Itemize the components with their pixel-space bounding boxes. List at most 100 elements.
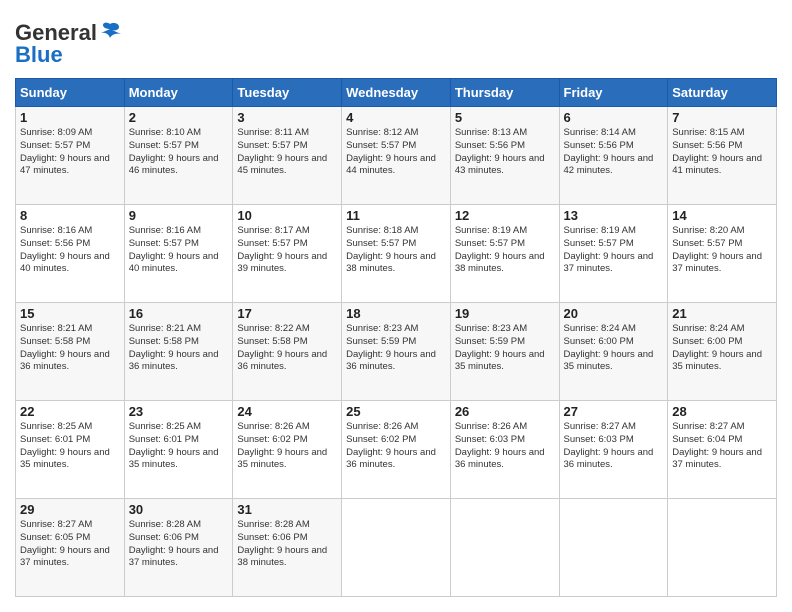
day-cell: 3 Sunrise: 8:11 AMSunset: 5:57 PMDaylight… [233,107,342,205]
day-cell: 2Sunrise: 8:10 AMSunset: 5:57 PMDaylight… [124,107,233,205]
day-info: Sunrise: 8:26 AMSunset: 6:03 PMDaylight:… [455,421,545,470]
day-number: 25 [346,404,446,419]
day-cell: 17 Sunrise: 8:22 AMSunset: 5:58 PMDayligh… [233,303,342,401]
day-cell: 18 Sunrise: 8:23 AMSunset: 5:59 PMDayligh… [342,303,451,401]
day-info: Sunrise: 8:23 AMSunset: 5:59 PMDaylight:… [455,323,545,372]
day-number: 30 [129,502,229,517]
day-number: 31 [237,502,337,517]
header-sunday: Sunday [16,79,125,107]
day-info: Sunrise: 8:23 AMSunset: 5:59 PMDaylight:… [346,323,436,372]
day-cell: 23 Sunrise: 8:25 AMSunset: 6:01 PMDayligh… [124,401,233,499]
day-cell: 15 Sunrise: 8:21 AMSunset: 5:58 PMDayligh… [16,303,125,401]
day-info: Sunrise: 8:14 AMSunset: 5:56 PMDaylight:… [564,127,654,176]
header-tuesday: Tuesday [233,79,342,107]
day-number: 14 [672,208,772,223]
day-cell: 26 Sunrise: 8:26 AMSunset: 6:03 PMDayligh… [450,401,559,499]
day-cell: 25 Sunrise: 8:26 AMSunset: 6:02 PMDayligh… [342,401,451,499]
day-info: Sunrise: 8:16 AMSunset: 5:56 PMDaylight:… [20,225,110,274]
week-row-2: 8 Sunrise: 8:16 AMSunset: 5:56 PMDaylight… [16,205,777,303]
day-number: 24 [237,404,337,419]
day-cell: 30 Sunrise: 8:28 AMSunset: 6:06 PMDayligh… [124,499,233,597]
day-number: 1 [20,110,120,125]
day-number: 28 [672,404,772,419]
day-number: 26 [455,404,555,419]
day-number: 6 [564,110,664,125]
header-wednesday: Wednesday [342,79,451,107]
day-cell: 4Sunrise: 8:12 AMSunset: 5:57 PMDaylight… [342,107,451,205]
day-number: 20 [564,306,664,321]
day-cell: 22 Sunrise: 8:25 AMSunset: 6:01 PMDayligh… [16,401,125,499]
day-number: 11 [346,208,446,223]
day-number: 3 [237,110,337,125]
day-cell: 20 Sunrise: 8:24 AMSunset: 6:00 PMDayligh… [559,303,668,401]
logo-bird-icon [99,20,121,42]
week-row-5: 29 Sunrise: 8:27 AMSunset: 6:05 PMDayligh… [16,499,777,597]
day-info: Sunrise: 8:27 AMSunset: 6:05 PMDaylight:… [20,519,110,568]
day-cell: 12Sunrise: 8:19 AMSunset: 5:57 PMDayligh… [450,205,559,303]
day-info: Sunrise: 8:21 AMSunset: 5:58 PMDaylight:… [129,323,219,372]
day-number: 9 [129,208,229,223]
day-cell: 16 Sunrise: 8:21 AMSunset: 5:58 PMDayligh… [124,303,233,401]
header-monday: Monday [124,79,233,107]
day-info: Sunrise: 8:12 AMSunset: 5:57 PMDaylight:… [346,127,436,176]
day-info: Sunrise: 8:26 AMSunset: 6:02 PMDaylight:… [237,421,327,470]
day-number: 19 [455,306,555,321]
day-cell: 6 Sunrise: 8:14 AMSunset: 5:56 PMDaylight… [559,107,668,205]
day-info: Sunrise: 8:27 AMSunset: 6:03 PMDaylight:… [564,421,654,470]
page: General Blue Sunday Monday Tuesday Wedne… [0,0,792,612]
day-info: Sunrise: 8:18 AMSunset: 5:57 PMDaylight:… [346,225,436,274]
day-number: 29 [20,502,120,517]
day-info: Sunrise: 8:16 AMSunset: 5:57 PMDaylight:… [129,225,219,274]
logo: General Blue [15,20,121,68]
weekday-header-row: Sunday Monday Tuesday Wednesday Thursday… [16,79,777,107]
day-info: Sunrise: 8:25 AMSunset: 6:01 PMDaylight:… [20,421,110,470]
day-cell: 11 Sunrise: 8:18 AMSunset: 5:57 PMDayligh… [342,205,451,303]
day-number: 27 [564,404,664,419]
day-cell: 31Sunrise: 8:28 AMSunset: 6:06 PMDayligh… [233,499,342,597]
day-cell: 29 Sunrise: 8:27 AMSunset: 6:05 PMDayligh… [16,499,125,597]
day-info: Sunrise: 8:21 AMSunset: 5:58 PMDaylight:… [20,323,110,372]
day-info: Sunrise: 8:24 AMSunset: 6:00 PMDaylight:… [672,323,762,372]
day-info: Sunrise: 8:20 AMSunset: 5:57 PMDaylight:… [672,225,762,274]
day-number: 16 [129,306,229,321]
header-thursday: Thursday [450,79,559,107]
day-number: 10 [237,208,337,223]
header-friday: Friday [559,79,668,107]
day-info: Sunrise: 8:22 AMSunset: 5:58 PMDaylight:… [237,323,327,372]
day-number: 15 [20,306,120,321]
day-cell [450,499,559,597]
day-cell [559,499,668,597]
day-info: Sunrise: 8:26 AMSunset: 6:02 PMDaylight:… [346,421,436,470]
day-number: 17 [237,306,337,321]
day-cell: 21 Sunrise: 8:24 AMSunset: 6:00 PMDayligh… [668,303,777,401]
day-number: 18 [346,306,446,321]
day-cell: 14 Sunrise: 8:20 AMSunset: 5:57 PMDayligh… [668,205,777,303]
day-cell [668,499,777,597]
day-info: Sunrise: 8:13 AMSunset: 5:56 PMDaylight:… [455,127,545,176]
day-number: 23 [129,404,229,419]
day-cell: 19 Sunrise: 8:23 AMSunset: 5:59 PMDayligh… [450,303,559,401]
day-info: Sunrise: 8:15 AMSunset: 5:56 PMDaylight:… [672,127,762,176]
day-number: 22 [20,404,120,419]
day-number: 2 [129,110,229,125]
day-number: 8 [20,208,120,223]
day-cell: 10 Sunrise: 8:17 AMSunset: 5:57 PMDayligh… [233,205,342,303]
day-info: Sunrise: 8:28 AMSunset: 6:06 PMDaylight:… [129,519,219,568]
day-info: Sunrise: 8:24 AMSunset: 6:00 PMDaylight:… [564,323,654,372]
day-info: Sunrise: 8:25 AMSunset: 6:01 PMDaylight:… [129,421,219,470]
day-info: Sunrise: 8:11 AMSunset: 5:57 PMDaylight:… [237,127,327,176]
day-number: 12 [455,208,555,223]
week-row-3: 15 Sunrise: 8:21 AMSunset: 5:58 PMDayligh… [16,303,777,401]
week-row-1: 1 Sunrise: 8:09 AMSunset: 5:57 PMDaylight… [16,107,777,205]
day-cell [342,499,451,597]
day-cell: 5 Sunrise: 8:13 AMSunset: 5:56 PMDaylight… [450,107,559,205]
day-cell: 8 Sunrise: 8:16 AMSunset: 5:56 PMDaylight… [16,205,125,303]
day-info: Sunrise: 8:19 AMSunset: 5:57 PMDaylight:… [564,225,654,274]
day-info: Sunrise: 8:17 AMSunset: 5:57 PMDaylight:… [237,225,327,274]
day-cell: 24 Sunrise: 8:26 AMSunset: 6:02 PMDayligh… [233,401,342,499]
day-number: 21 [672,306,772,321]
day-number: 5 [455,110,555,125]
day-cell: 27 Sunrise: 8:27 AMSunset: 6:03 PMDayligh… [559,401,668,499]
day-info: Sunrise: 8:09 AMSunset: 5:57 PMDaylight:… [20,127,110,176]
day-cell: 1 Sunrise: 8:09 AMSunset: 5:57 PMDaylight… [16,107,125,205]
